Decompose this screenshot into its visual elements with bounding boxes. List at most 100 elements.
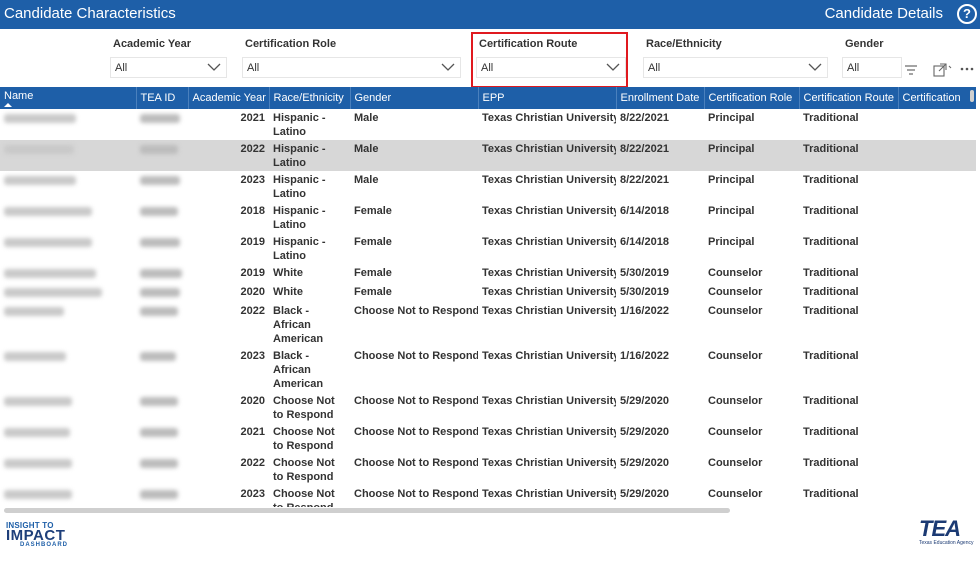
cell-gender: Female bbox=[354, 286, 392, 298]
cell-route: Traditional bbox=[803, 286, 859, 298]
cell-date: 5/30/2019 bbox=[620, 286, 669, 298]
cell-year: 2018 bbox=[240, 205, 265, 217]
highlight-box bbox=[471, 32, 628, 88]
column-header-enrollment-date[interactable]: Enrollment Date bbox=[616, 87, 705, 109]
column-header-race-ethnicity[interactable]: Race/Ethnicity bbox=[269, 87, 351, 109]
table-row[interactable]: 2018 Hispanic - Latino Female Texas Christi… bbox=[0, 202, 976, 233]
cell-gender: Choose Not to Respond bbox=[354, 488, 478, 500]
cell-role: Principal bbox=[708, 205, 755, 217]
cell-year: 2020 bbox=[240, 286, 265, 298]
cell-role: Counselor bbox=[708, 267, 763, 279]
cell-epp: Texas Christian University bbox=[478, 140, 616, 171]
race-ethnicity-dropdown[interactable]: All bbox=[643, 57, 828, 78]
table-header-row: Name TEA ID Academic Year Race/Ethnicity… bbox=[0, 87, 976, 109]
table-row[interactable]: 2022 Black - African American Choose Not t… bbox=[0, 302, 976, 347]
cell-name-redacted bbox=[0, 171, 136, 202]
logo-mark: TEA bbox=[919, 516, 961, 541]
table-row[interactable]: 2023 Black - African American Choose Not t… bbox=[0, 347, 976, 392]
column-header-name[interactable]: Name bbox=[0, 87, 137, 109]
cell-epp: Texas Christian University bbox=[482, 395, 616, 407]
more-options-icon[interactable] bbox=[960, 66, 974, 72]
cell-name-redacted bbox=[0, 454, 136, 485]
cell-year: 2020 bbox=[240, 395, 265, 407]
table-row[interactable]: 2021 Choose Not to Respond Choose Not to R… bbox=[0, 423, 976, 454]
cell-race: White bbox=[273, 267, 303, 279]
cell-date: 5/29/2020 bbox=[620, 488, 669, 500]
filter-gender: Gender All bbox=[842, 36, 902, 82]
cell-route: Traditional bbox=[803, 236, 859, 248]
column-header-academic-year[interactable]: Academic Year bbox=[188, 87, 270, 109]
visual-toolbar bbox=[904, 63, 976, 79]
table-row[interactable]: 2022 Choose Not to Respond Choose Not to R… bbox=[0, 454, 976, 485]
cell-certification bbox=[898, 283, 976, 302]
cell-route: Traditional bbox=[803, 457, 859, 469]
cell-certification bbox=[898, 109, 976, 140]
cell-epp: Texas Christian University bbox=[482, 305, 616, 317]
cell-certification bbox=[898, 233, 976, 264]
cell-certification bbox=[898, 264, 976, 283]
table-row[interactable]: 2023 Choose Not to Respond Choose Not to R… bbox=[0, 485, 976, 507]
cell-epp: Texas Christian University bbox=[482, 267, 616, 279]
vertical-scrollbar[interactable] bbox=[970, 90, 974, 102]
cell-epp: Texas Christian University bbox=[482, 488, 616, 500]
logo-subtitle: Texas Education Agency bbox=[919, 540, 974, 546]
cell-tea-id-redacted bbox=[136, 202, 188, 233]
candidate-details-link[interactable]: Candidate Details bbox=[825, 5, 943, 22]
cell-year: 2021 bbox=[240, 426, 265, 438]
cell-tea-id-redacted bbox=[136, 485, 188, 507]
cell-tea-id-redacted bbox=[136, 423, 188, 454]
academic-year-dropdown[interactable]: All bbox=[110, 57, 227, 78]
column-header-epp[interactable]: EPP bbox=[478, 87, 617, 109]
dropdown-value: All bbox=[115, 62, 128, 74]
gender-dropdown[interactable]: All bbox=[842, 57, 902, 78]
column-header-certification[interactable]: Certification bbox=[898, 87, 976, 109]
cell-name-redacted bbox=[0, 392, 136, 423]
cell-certification bbox=[898, 485, 976, 507]
cell-race: Hispanic - Latino bbox=[273, 205, 326, 231]
cell-epp: Texas Christian University bbox=[482, 350, 616, 362]
column-header-certification-route[interactable]: Certification Route bbox=[799, 87, 899, 109]
cell-gender: Choose Not to Respond bbox=[354, 426, 478, 438]
cell-route: Traditional bbox=[803, 174, 859, 186]
cell-name-redacted bbox=[0, 264, 136, 283]
column-header-gender[interactable]: Gender bbox=[350, 87, 479, 109]
column-header-certification-role[interactable]: Certification Role bbox=[704, 87, 800, 109]
cell-date: 1/16/2022 bbox=[620, 350, 669, 362]
cell-route: Traditional bbox=[803, 426, 859, 438]
filter-label: Certification Role bbox=[245, 38, 337, 50]
table-row[interactable]: 2019 Hispanic - Latino Female Texas Christi… bbox=[0, 233, 976, 264]
certification-role-dropdown[interactable]: All bbox=[242, 57, 461, 78]
table-row[interactable]: 2020 Choose Not to Respond Choose Not to R… bbox=[0, 392, 976, 423]
cell-year: 2023 bbox=[240, 350, 265, 362]
cell-certification bbox=[898, 423, 976, 454]
cell-year: 2023 bbox=[240, 174, 265, 186]
cell-route: Traditional bbox=[803, 205, 859, 217]
filter-icon[interactable] bbox=[904, 64, 918, 76]
cell-role: Principal bbox=[704, 140, 799, 171]
cell-tea-id-redacted bbox=[136, 347, 188, 392]
table-row[interactable]: 2023 Hispanic - Latino Male Texas Christian… bbox=[0, 171, 976, 202]
insight-to-impact-logo: INSIGHT TO IMPACT DASHBOARD bbox=[6, 521, 68, 548]
help-icon[interactable]: ? bbox=[957, 4, 977, 24]
cell-role: Counselor bbox=[708, 488, 763, 500]
cell-date: 5/29/2020 bbox=[620, 395, 669, 407]
cell-certification bbox=[898, 302, 976, 347]
cell-role: Counselor bbox=[708, 426, 763, 438]
cell-race: Hispanic - Latino bbox=[269, 140, 350, 171]
column-header-tea-id[interactable]: TEA ID bbox=[136, 87, 189, 109]
cell-certification bbox=[898, 392, 976, 423]
cell-name-redacted bbox=[0, 302, 136, 347]
cell-tea-id-redacted bbox=[136, 233, 188, 264]
cell-date: 8/22/2021 bbox=[620, 174, 669, 186]
table-row[interactable]: 2022 Hispanic - Latino Male Texas Christian… bbox=[0, 140, 976, 171]
cell-epp: Texas Christian University bbox=[482, 205, 616, 217]
table-row[interactable]: 2021 Hispanic - Latino Male Texas Christian… bbox=[0, 109, 976, 140]
cell-race: Hispanic - Latino bbox=[273, 112, 326, 138]
table-row[interactable]: 2019 White Female Texas Christian Universit… bbox=[0, 264, 976, 283]
cell-name-redacted bbox=[0, 233, 136, 264]
horizontal-scrollbar[interactable] bbox=[4, 508, 730, 513]
cell-name-redacted bbox=[0, 347, 136, 392]
focus-mode-icon[interactable] bbox=[933, 63, 953, 77]
table-row[interactable]: 2020 White Female Texas Christian Universit… bbox=[0, 283, 976, 302]
cell-date: 8/22/2021 bbox=[620, 112, 669, 124]
